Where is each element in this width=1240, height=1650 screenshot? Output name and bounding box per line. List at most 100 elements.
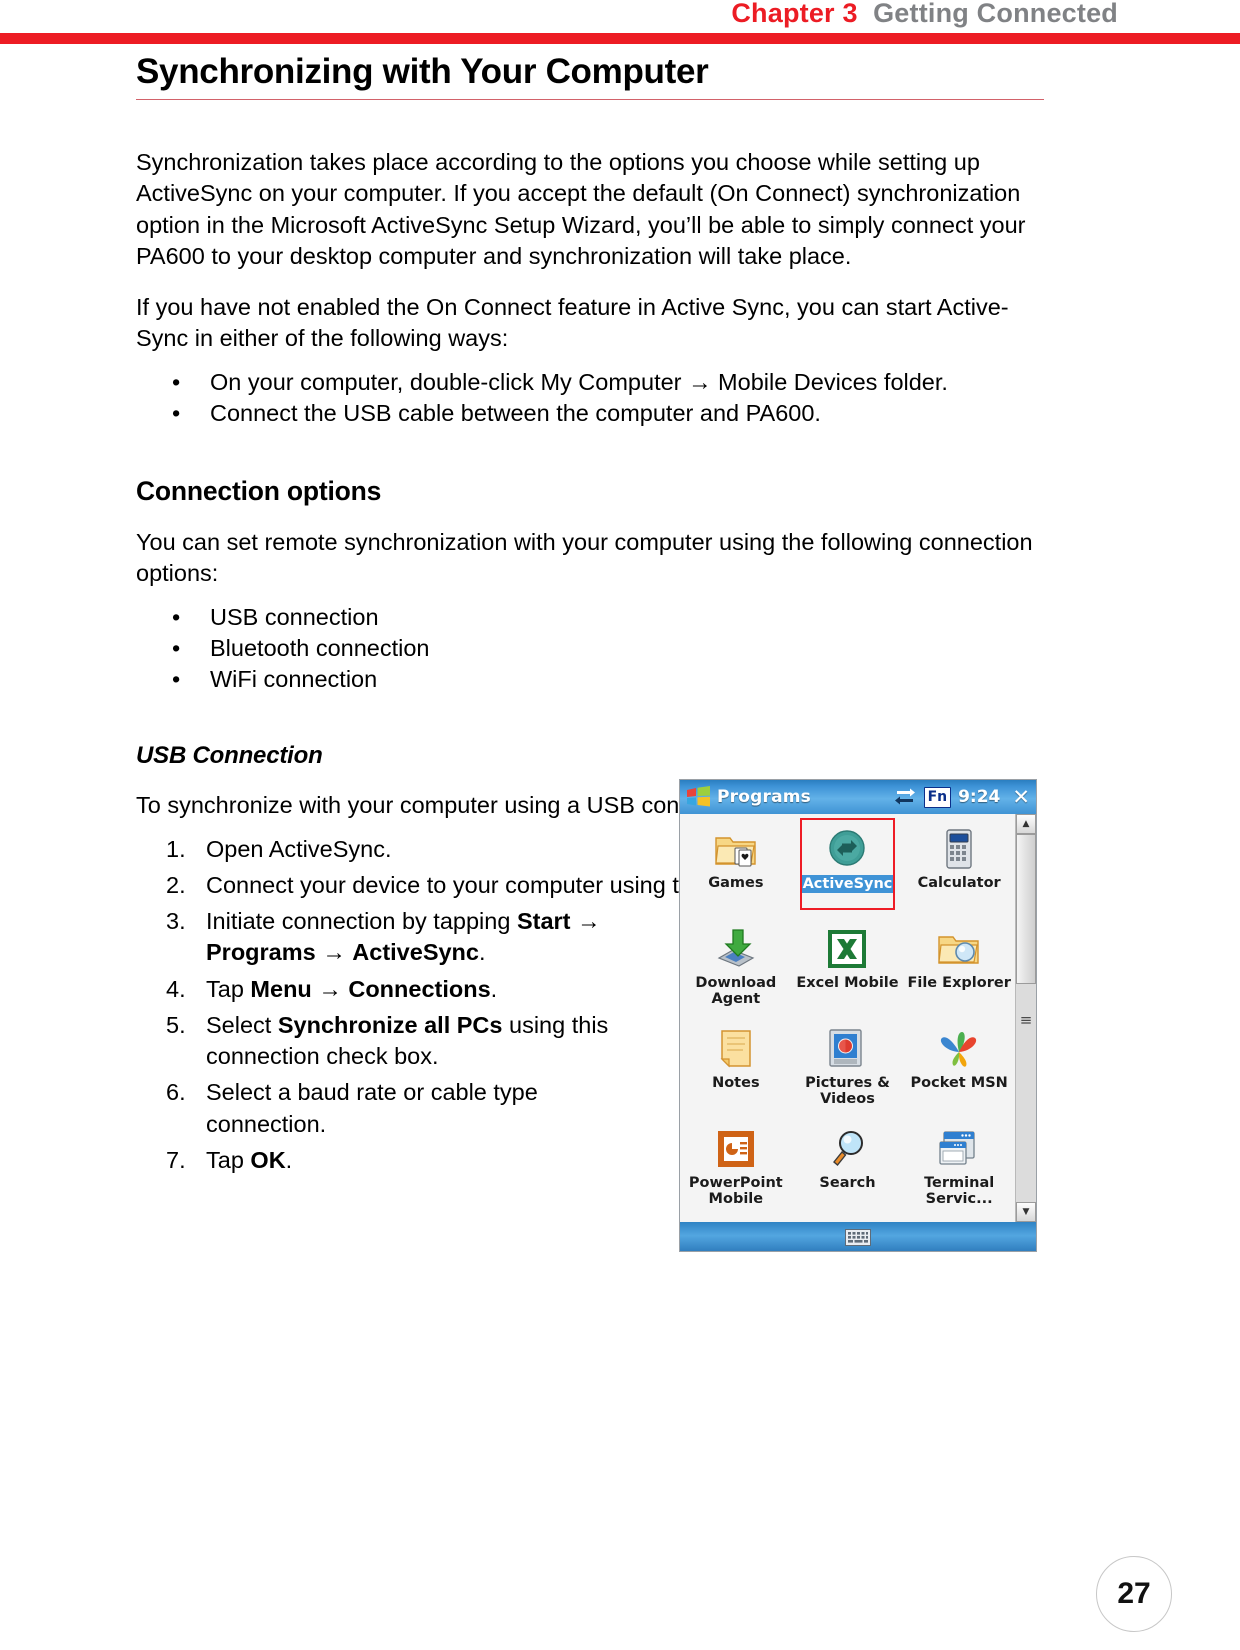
scroll-down-button[interactable]: ▼ bbox=[1016, 1202, 1036, 1222]
step-item: 5. Select Synchronize all PCs using this … bbox=[136, 1010, 648, 1073]
step-item: 6. Select a baud rate or cable type conne… bbox=[136, 1077, 648, 1140]
powerpoint-mobile-icon[interactable] bbox=[713, 1126, 759, 1175]
intro-paragraph-2: If you have not enabled the On Connect f… bbox=[136, 294, 1009, 352]
download-agent-icon[interactable] bbox=[713, 926, 759, 975]
step-item: 7. Tap OK. bbox=[136, 1145, 648, 1176]
step-number: 5. bbox=[166, 1011, 186, 1038]
games-folder-icon[interactable] bbox=[713, 826, 759, 875]
app-icon-calculator[interactable]: Calculator bbox=[903, 820, 1015, 916]
step-text: Initiate connection by tapping Start → P… bbox=[206, 908, 601, 966]
app-icon-excel-mobile[interactable]: Excel Mobile bbox=[792, 920, 904, 1016]
app-icon-terminal-servic[interactable]: Terminal Servic... bbox=[903, 1120, 1015, 1216]
pda-window-title: Programs bbox=[717, 787, 811, 807]
step-number: 7. bbox=[166, 1146, 186, 1173]
header-section-title: Getting Connected bbox=[873, 0, 1118, 28]
step-text: Select Synchronize all PCs using this co… bbox=[206, 1011, 609, 1070]
pda-app-grid: Games ActiveSync Calculator Download Age… bbox=[680, 818, 1015, 1216]
list-item: • Connect the USB cable between the compu… bbox=[136, 398, 1044, 429]
app-label: Download Agent bbox=[695, 975, 777, 1008]
app-icon-games[interactable]: Games bbox=[680, 820, 792, 916]
scrollbar-track[interactable]: ≡ bbox=[1016, 834, 1036, 1202]
notes-icon[interactable] bbox=[713, 1026, 759, 1075]
bullet-glyph: • bbox=[172, 368, 181, 395]
step-number: 2. bbox=[166, 871, 186, 898]
app-label: Excel Mobile bbox=[796, 975, 899, 991]
intro-bullet-list: • On your computer, double-click My Compu… bbox=[136, 367, 1044, 430]
app-icon-pocket-msn[interactable]: Pocket MSN bbox=[903, 1020, 1015, 1116]
app-label: ActiveSync bbox=[799, 875, 896, 894]
list-item-label: USB connection bbox=[210, 603, 379, 630]
calculator-icon[interactable] bbox=[936, 826, 982, 875]
intro-paragraph-1: Synchronization takes place according to… bbox=[136, 149, 1026, 269]
scroll-up-button[interactable]: ▲ bbox=[1016, 814, 1036, 834]
keyboard-icon[interactable] bbox=[845, 1228, 871, 1246]
bullet-glyph: • bbox=[172, 666, 181, 693]
bullet-glyph: • bbox=[172, 634, 181, 661]
subsection-heading-usb-connection: USB Connection bbox=[136, 742, 323, 770]
step-item: 4. Tap Menu → Connections. bbox=[136, 974, 648, 1005]
close-icon[interactable]: ✕ bbox=[1012, 786, 1030, 808]
list-item-label: WiFi connection bbox=[210, 666, 378, 693]
list-item: • On your computer, double-click My Compu… bbox=[136, 367, 1044, 398]
pda-titlebar-right: Fn 9:24 ✕ bbox=[893, 786, 1030, 808]
app-icon-download-agent[interactable]: Download Agent bbox=[680, 920, 792, 1016]
pda-titlebar: Programs Fn 9:24 ✕ bbox=[680, 780, 1036, 814]
app-icon-notes[interactable]: Notes bbox=[680, 1020, 792, 1116]
step-text: Tap OK. bbox=[206, 1146, 293, 1173]
page-title: Synchronizing with Your Computer bbox=[136, 52, 709, 91]
app-label: Notes bbox=[712, 1075, 760, 1091]
app-icon-search[interactable]: Search bbox=[792, 1120, 904, 1216]
list-item: • WiFi connection bbox=[136, 664, 1044, 695]
list-item-label: On your computer, double-click My Comput… bbox=[210, 368, 948, 395]
file-explorer-icon[interactable] bbox=[936, 926, 982, 975]
app-label: Pocket MSN bbox=[910, 1075, 1008, 1091]
step-item: 3. Initiate connection by tapping Start →… bbox=[136, 906, 648, 969]
pocket-msn-icon[interactable] bbox=[936, 1026, 982, 1075]
list-item-label: Bluetooth connection bbox=[210, 634, 430, 661]
header-chapter-label: Chapter 3 bbox=[731, 0, 858, 28]
header-text: Chapter 3 Getting Connected bbox=[731, 0, 1118, 29]
app-label: Search bbox=[819, 1175, 876, 1191]
pda-app-grid-area: Games ActiveSync Calculator Download Age… bbox=[680, 814, 1015, 1222]
scrollbar-thumb[interactable] bbox=[1016, 834, 1036, 984]
fn-badge[interactable]: Fn bbox=[923, 786, 952, 808]
list-item-label: Connect the USB cable between the comput… bbox=[210, 399, 821, 426]
pda-body: Games ActiveSync Calculator Download Age… bbox=[680, 814, 1036, 1222]
pda-screenshot-figure: Programs Fn 9:24 ✕ Games ActiveSync Calc… bbox=[679, 779, 1037, 1252]
step-number: 3. bbox=[166, 908, 186, 935]
step-text: Tap Menu → Connections. bbox=[206, 975, 498, 1002]
excel-mobile-icon[interactable] bbox=[824, 926, 870, 975]
pda-scrollbar[interactable]: ▲ ≡ ▼ bbox=[1015, 814, 1036, 1222]
activesync-icon[interactable] bbox=[824, 826, 870, 875]
search-icon[interactable] bbox=[824, 1126, 870, 1175]
header-red-rule bbox=[0, 33, 1240, 44]
bullet-glyph: • bbox=[172, 399, 181, 426]
app-icon-activesync[interactable]: ActiveSync bbox=[792, 818, 904, 916]
connection-options-intro: You can set remote synchronization with … bbox=[136, 529, 1033, 587]
app-icon-powerpoint-mobile[interactable]: PowerPoint Mobile bbox=[680, 1120, 792, 1216]
app-icon-file-explorer[interactable]: File Explorer bbox=[903, 920, 1015, 1016]
app-label: Terminal Servic... bbox=[924, 1175, 995, 1208]
app-label: PowerPoint Mobile bbox=[688, 1175, 783, 1208]
step-number: 1. bbox=[166, 835, 186, 862]
section-heading-connection-options: Connection options bbox=[136, 476, 382, 507]
app-icon-pictures-videos[interactable]: Pictures & Videos bbox=[792, 1020, 904, 1116]
pictures-videos-icon[interactable] bbox=[824, 1026, 870, 1075]
header-spacer bbox=[858, 0, 873, 28]
terminal-services-icon[interactable] bbox=[936, 1126, 982, 1175]
list-item: • USB connection bbox=[136, 602, 1044, 633]
list-item: • Bluetooth connection bbox=[136, 633, 1044, 664]
pda-taskbar bbox=[680, 1222, 1036, 1251]
step-number: 6. bbox=[166, 1079, 186, 1106]
app-label: Calculator bbox=[917, 875, 1001, 891]
connectivity-icon[interactable] bbox=[893, 788, 917, 806]
step-text: Open ActiveSync. bbox=[206, 835, 392, 862]
app-label: Pictures & Videos bbox=[805, 1075, 890, 1108]
app-label: File Explorer bbox=[907, 975, 1011, 991]
pda-clock[interactable]: 9:24 bbox=[958, 787, 1000, 807]
windows-flag-icon[interactable] bbox=[686, 786, 717, 808]
app-label: Games bbox=[708, 875, 764, 891]
page-number: 27 bbox=[1096, 1556, 1172, 1632]
step-number: 4. bbox=[166, 975, 186, 1002]
scrollbar-grip-icon[interactable]: ≡ bbox=[1018, 1011, 1034, 1029]
